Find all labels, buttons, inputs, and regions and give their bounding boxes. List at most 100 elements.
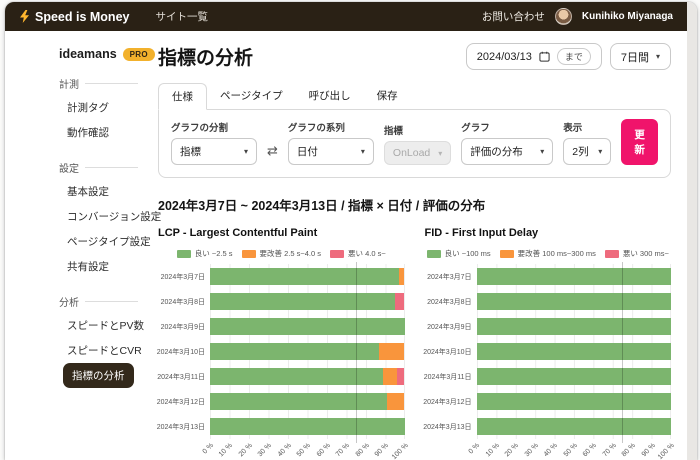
tab-recall[interactable]: 呼び出し bbox=[296, 83, 364, 109]
display-select[interactable]: 2列 ▾ bbox=[563, 138, 611, 165]
legend-item[interactable]: 悪い 4.0 s~ bbox=[330, 248, 386, 259]
x-tick-label: 30 % bbox=[524, 442, 540, 458]
legend-label: 悪い 4.0 s~ bbox=[348, 248, 386, 259]
bar-segment bbox=[210, 293, 395, 310]
stacked-bar bbox=[477, 268, 672, 285]
app-brand: Speed is Money bbox=[19, 10, 129, 24]
y-tick-label: 2024年3月9日 bbox=[425, 314, 477, 339]
stacked-bar bbox=[210, 393, 405, 410]
stacked-bar bbox=[477, 368, 672, 385]
sidebar-section-title: 設定 bbox=[59, 160, 138, 175]
tab-save[interactable]: 保存 bbox=[364, 83, 411, 109]
x-tick-label: 60 % bbox=[315, 442, 331, 458]
stacked-bar bbox=[210, 268, 405, 285]
bar-segment bbox=[477, 268, 672, 285]
sidebar-item-basic-settings[interactable]: 基本設定 bbox=[67, 179, 138, 204]
app-window: Speed is Money サイト一覧 お問い合わせ Kunihiko Miy… bbox=[5, 2, 697, 460]
legend-item[interactable]: 良い ~100 ms bbox=[427, 248, 491, 259]
legend-label: 悪い 300 ms~ bbox=[623, 248, 669, 259]
y-tick-label: 2024年3月13日 bbox=[425, 414, 477, 439]
series-select[interactable]: 日付 ▾ bbox=[288, 138, 374, 165]
tab-bar: 仕様 ページタイプ 呼び出し 保存 bbox=[158, 83, 671, 109]
date-picker[interactable]: 2024/03/13 まで bbox=[466, 43, 602, 70]
bar-segment bbox=[210, 318, 405, 335]
chart-title: FID - First Input Delay bbox=[425, 227, 672, 239]
graph-select[interactable]: 評価の分布 ▾ bbox=[461, 138, 553, 165]
update-button[interactable]: 更新 bbox=[621, 119, 658, 165]
user-avatar[interactable] bbox=[555, 8, 572, 25]
sidebar-brand: ideamans PRO bbox=[59, 47, 138, 61]
chevron-down-icon: ▾ bbox=[244, 147, 248, 156]
x-tick-label: 40 % bbox=[277, 442, 293, 458]
bar-segment bbox=[477, 368, 672, 385]
vertical-scrollbar[interactable] bbox=[687, 2, 697, 460]
date-input[interactable]: 2024/03/13 bbox=[477, 51, 532, 63]
metric-label: 指標 bbox=[384, 123, 451, 137]
legend-item[interactable]: 良い ~2.5 s bbox=[177, 248, 233, 259]
sidebar-item-speed-pv[interactable]: スピードとPV数 bbox=[67, 313, 138, 338]
y-tick-label: 2024年3月13日 bbox=[158, 414, 210, 439]
y-tick-label: 2024年3月8日 bbox=[158, 289, 210, 314]
y-tick-label: 2024年3月10日 bbox=[425, 339, 477, 364]
sidebar-item-operation-check[interactable]: 動作確認 bbox=[67, 120, 138, 145]
charts-grid: LCP - Largest Contentful Paint 良い ~2.5 s… bbox=[158, 227, 671, 460]
bar-segment bbox=[210, 393, 387, 410]
chevron-down-icon: ▾ bbox=[656, 52, 660, 61]
legend-item[interactable]: 要改善 2.5 s~4.0 s bbox=[242, 248, 321, 259]
contact-link[interactable]: お問い合わせ bbox=[482, 9, 545, 24]
legend-swatch bbox=[330, 250, 344, 258]
bar-segment bbox=[477, 293, 672, 310]
x-axis-ticks: 0 %10 %20 %30 %40 %50 %60 %70 %80 %90 %1… bbox=[477, 439, 672, 460]
legend-item[interactable]: 要改善 100 ms~300 ms bbox=[500, 248, 596, 259]
stacked-bar bbox=[210, 368, 405, 385]
bar-segment bbox=[383, 368, 397, 385]
y-tick-label: 2024年3月9日 bbox=[158, 314, 210, 339]
x-tick-label: 20 % bbox=[504, 442, 520, 458]
bar-segment bbox=[210, 268, 399, 285]
graph-select-value: 評価の分布 bbox=[470, 144, 523, 159]
y-tick-label: 2024年3月12日 bbox=[425, 389, 477, 414]
tab-spec[interactable]: 仕様 bbox=[158, 83, 207, 110]
sidebar-item-measure-tag[interactable]: 計測タグ bbox=[67, 95, 138, 120]
nav-site-list[interactable]: サイト一覧 bbox=[155, 9, 208, 24]
bar-segment bbox=[397, 368, 405, 385]
stacked-bar bbox=[477, 318, 672, 335]
y-tick-label: 2024年3月12日 bbox=[158, 389, 210, 414]
bar-row bbox=[210, 339, 405, 364]
sidebar-item-metric-analysis[interactable]: 指標の分析 bbox=[63, 363, 134, 388]
x-tick-label: 90 % bbox=[374, 442, 390, 458]
x-tick-label: 50 % bbox=[562, 442, 578, 458]
sidebar-section-analysis: 分析 スピードとPV数 スピードとCVR 指標の分析 bbox=[59, 294, 138, 388]
stacked-bar bbox=[210, 418, 405, 435]
tab-pagetype[interactable]: ページタイプ bbox=[207, 83, 296, 109]
plot-rows bbox=[210, 264, 405, 439]
x-tick-label: 70 % bbox=[601, 442, 617, 458]
legend-item[interactable]: 悪い 300 ms~ bbox=[605, 248, 669, 259]
top-bar: Speed is Money サイト一覧 お問い合わせ Kunihiko Miy… bbox=[5, 2, 687, 31]
bar-row bbox=[210, 414, 405, 439]
sidebar-item-share-settings[interactable]: 共有設定 bbox=[67, 254, 138, 279]
bar-row bbox=[477, 364, 672, 389]
stacked-bar bbox=[210, 318, 405, 335]
series-select-value: 日付 bbox=[297, 144, 318, 159]
x-tick-label: 10 % bbox=[485, 442, 501, 458]
swap-axes-icon[interactable]: ⇄ bbox=[267, 143, 278, 165]
range-select[interactable]: 7日間 ▾ bbox=[610, 43, 671, 70]
sidebar-item-conversion-settings[interactable]: コンバージョン設定 bbox=[67, 204, 138, 229]
sidebar-item-pagetype-settings[interactable]: ページタイプ設定 bbox=[67, 229, 138, 254]
reference-line bbox=[622, 262, 623, 443]
bar-row bbox=[210, 314, 405, 339]
legend-label: 良い ~2.5 s bbox=[195, 248, 233, 259]
y-tick-label: 2024年3月7日 bbox=[425, 264, 477, 289]
fid-chart: FID - First Input Delay 良い ~100 ms 要改善 10… bbox=[425, 227, 672, 460]
sidebar-item-speed-cvr[interactable]: スピードとCVR bbox=[67, 338, 138, 363]
bar-row bbox=[477, 314, 672, 339]
user-name[interactable]: Kunihiko Miyanaga bbox=[582, 11, 673, 22]
chart-legend: 良い ~2.5 s 要改善 2.5 s~4.0 s 悪い 4.0 s~ bbox=[158, 248, 405, 259]
bar-segment bbox=[210, 343, 379, 360]
y-tick-label: 2024年3月8日 bbox=[425, 289, 477, 314]
x-tick-label: 30 % bbox=[257, 442, 273, 458]
main-content: 指標の分析 2024/03/13 まで 7日間 ▾ bbox=[146, 31, 687, 460]
split-select[interactable]: 指標 ▾ bbox=[171, 138, 257, 165]
calendar-icon[interactable] bbox=[539, 51, 550, 62]
